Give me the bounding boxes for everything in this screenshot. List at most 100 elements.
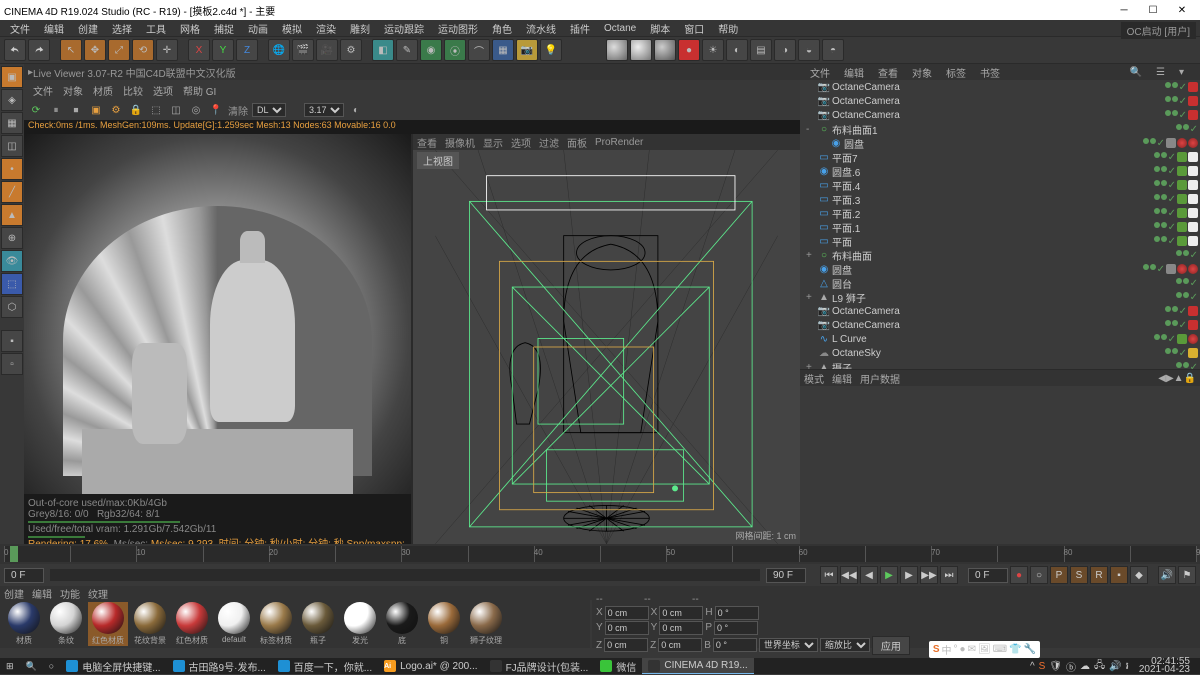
size-y[interactable] bbox=[659, 621, 703, 635]
end-frame-field[interactable]: 90 F bbox=[766, 568, 806, 583]
mat-tab-编辑[interactable]: 编辑 bbox=[32, 586, 52, 601]
om-view-icon[interactable]: ☰ bbox=[1150, 67, 1171, 78]
spline-pen[interactable]: ✎ bbox=[396, 39, 418, 61]
lv-pin-icon[interactable]: 📍 bbox=[208, 102, 224, 118]
vp-menu-选项[interactable]: 选项 bbox=[511, 135, 531, 150]
coord-system[interactable]: 🌐 bbox=[268, 39, 290, 61]
viewport-panel[interactable]: 查看摄像机显示选项过滤面板ProRender 上视图 bbox=[413, 134, 800, 544]
taskbar-app[interactable]: 微信 bbox=[594, 658, 642, 674]
render-image[interactable] bbox=[24, 134, 411, 494]
key-pos-button[interactable]: P bbox=[1050, 566, 1068, 584]
lv-value-select[interactable]: 3.17 bbox=[304, 103, 344, 117]
lv-clip-icon[interactable]: ◫ bbox=[168, 102, 184, 118]
object-row[interactable]: ▭平面7✓ bbox=[800, 150, 1200, 164]
oc-sphere-3[interactable] bbox=[654, 39, 676, 61]
maximize-button[interactable]: ☐ bbox=[1139, 1, 1167, 19]
rotate-tool[interactable]: ⟲ bbox=[132, 39, 154, 61]
start-button[interactable]: ⊞ bbox=[0, 658, 20, 674]
move-tool[interactable]: ✥ bbox=[84, 39, 106, 61]
ime-btn-1[interactable]: 中 bbox=[942, 642, 952, 657]
material-底[interactable]: 底 bbox=[382, 602, 422, 646]
size-x[interactable] bbox=[659, 606, 703, 620]
menu-文件[interactable]: 文件 bbox=[4, 21, 36, 36]
object-row[interactable]: 📷OctaneCamera✓ bbox=[800, 304, 1200, 318]
lv-lock-icon[interactable]: 🔒 bbox=[128, 102, 144, 118]
oc-hdri[interactable]: ◐ bbox=[726, 39, 748, 61]
model-mode[interactable]: ◈ bbox=[1, 89, 23, 111]
menu-选择[interactable]: 选择 bbox=[106, 21, 138, 36]
autokey-button[interactable]: ○ bbox=[1030, 566, 1048, 584]
lv-menu-选项[interactable]: 选项 bbox=[148, 87, 178, 98]
om-tab-对象[interactable]: 对象 bbox=[906, 65, 938, 80]
key-param-button[interactable]: ▪ bbox=[1110, 566, 1128, 584]
object-row[interactable]: 📷OctaneCamera✓ bbox=[800, 108, 1200, 122]
coord-apply[interactable]: 应用 bbox=[872, 636, 910, 655]
texture-mode[interactable]: ▦ bbox=[1, 112, 23, 134]
undo-button[interactable] bbox=[4, 39, 26, 61]
om-tab-标签[interactable]: 标签 bbox=[940, 65, 972, 80]
object-row[interactable]: 📷OctaneCamera✓ bbox=[800, 94, 1200, 108]
material-条纹[interactable]: 条纹 bbox=[46, 602, 86, 646]
start-frame-field[interactable]: 0 F bbox=[4, 568, 44, 583]
minimize-button[interactable]: ─ bbox=[1110, 1, 1138, 19]
viewport-solo[interactable]: 👁 bbox=[1, 250, 23, 272]
menu-插件[interactable]: 插件 bbox=[564, 21, 596, 36]
menu-工具[interactable]: 工具 bbox=[140, 21, 172, 36]
axis-mode[interactable]: ⊕ bbox=[1, 227, 23, 249]
vp-menu-ProRender[interactable]: ProRender bbox=[595, 137, 643, 148]
material-标签材质[interactable]: 标签材质 bbox=[256, 602, 296, 646]
tray-lang-icon[interactable]: ៛ bbox=[1126, 659, 1129, 674]
object-row[interactable]: ◉圆盘✓ bbox=[800, 262, 1200, 276]
tray-vol-icon[interactable]: 🔊 bbox=[1109, 661, 1121, 672]
vp-menu-查看[interactable]: 查看 bbox=[417, 135, 437, 150]
record-key-button[interactable]: ● bbox=[1010, 566, 1028, 584]
ime-toolbar[interactable]: S中°●✉🖼⌨👕🔧 bbox=[929, 641, 1040, 658]
rot-b[interactable] bbox=[713, 638, 757, 652]
tray-net-icon[interactable]: 🖧 bbox=[1094, 658, 1105, 675]
vp-menu-面板[interactable]: 面板 bbox=[567, 135, 587, 150]
om-search-icon[interactable]: 🔍 bbox=[1124, 67, 1148, 78]
menu-模拟[interactable]: 模拟 bbox=[276, 21, 308, 36]
lv-mode-select[interactable]: DL bbox=[252, 103, 286, 117]
coord-y[interactable] bbox=[605, 621, 649, 635]
lv-menu-对象[interactable]: 对象 bbox=[58, 87, 88, 98]
lv-menu-帮助 GI[interactable]: 帮助 GI bbox=[178, 87, 221, 98]
edge-mode[interactable]: ╱ bbox=[1, 181, 23, 203]
menu-雕刻[interactable]: 雕刻 bbox=[344, 21, 376, 36]
menu-脚本[interactable]: 脚本 bbox=[644, 21, 676, 36]
oc-live[interactable]: ◓ bbox=[822, 39, 844, 61]
object-row[interactable]: ◉圆盘.6✓ bbox=[800, 164, 1200, 178]
lv-focus-icon[interactable]: ◎ bbox=[188, 102, 204, 118]
lv-menu-材质[interactable]: 材质 bbox=[88, 87, 118, 98]
generator-array[interactable]: ⦿ bbox=[444, 39, 466, 61]
om-tab-查看[interactable]: 查看 bbox=[872, 65, 904, 80]
poly-mode[interactable]: ▲ bbox=[1, 204, 23, 226]
object-manager-list[interactable]: 📷OctaneCamera✓📷OctaneCamera✓📷OctaneCamer… bbox=[800, 80, 1200, 370]
next-key-button[interactable]: ▶▶ bbox=[920, 566, 938, 584]
snap-vertex[interactable]: ▪ bbox=[1, 330, 23, 352]
viewport-canvas[interactable] bbox=[413, 150, 800, 544]
menu-流水线[interactable]: 流水线 bbox=[520, 21, 562, 36]
axis-y-toggle[interactable]: Y bbox=[212, 39, 234, 61]
object-row[interactable]: ∿L Curve✓ bbox=[800, 332, 1200, 346]
mat-tab-纹理[interactable]: 纹理 bbox=[88, 586, 108, 601]
menu-帮助[interactable]: 帮助 bbox=[712, 21, 744, 36]
lv-refresh-icon[interactable]: ⟳ bbox=[28, 102, 44, 118]
render-view[interactable]: 🎬 bbox=[292, 39, 314, 61]
tray-bt-icon[interactable]: ⓑ bbox=[1066, 659, 1076, 674]
oc-sphere-1[interactable] bbox=[606, 39, 628, 61]
menu-运动跟踪[interactable]: 运动跟踪 bbox=[378, 21, 430, 36]
task-view-button[interactable]: ○ bbox=[43, 658, 60, 674]
light-icon[interactable]: 💡 bbox=[540, 39, 562, 61]
environment-floor[interactable]: ▦ bbox=[492, 39, 514, 61]
snap-grid[interactable]: ▫ bbox=[1, 353, 23, 375]
ime-btn-6[interactable]: ⌨ bbox=[993, 644, 1007, 655]
object-row[interactable]: +▲摄子✓ bbox=[800, 360, 1200, 370]
camera-icon[interactable]: 📷 bbox=[516, 39, 538, 61]
key-rot-button[interactable]: R bbox=[1090, 566, 1108, 584]
object-row[interactable]: 📷OctaneCamera✓ bbox=[800, 80, 1200, 94]
om-tab-编辑[interactable]: 编辑 bbox=[838, 65, 870, 80]
coord-mode[interactable]: 世界坐标 bbox=[759, 638, 818, 652]
menu-捕捉[interactable]: 捕捉 bbox=[208, 21, 240, 36]
menu-动画[interactable]: 动画 bbox=[242, 21, 274, 36]
